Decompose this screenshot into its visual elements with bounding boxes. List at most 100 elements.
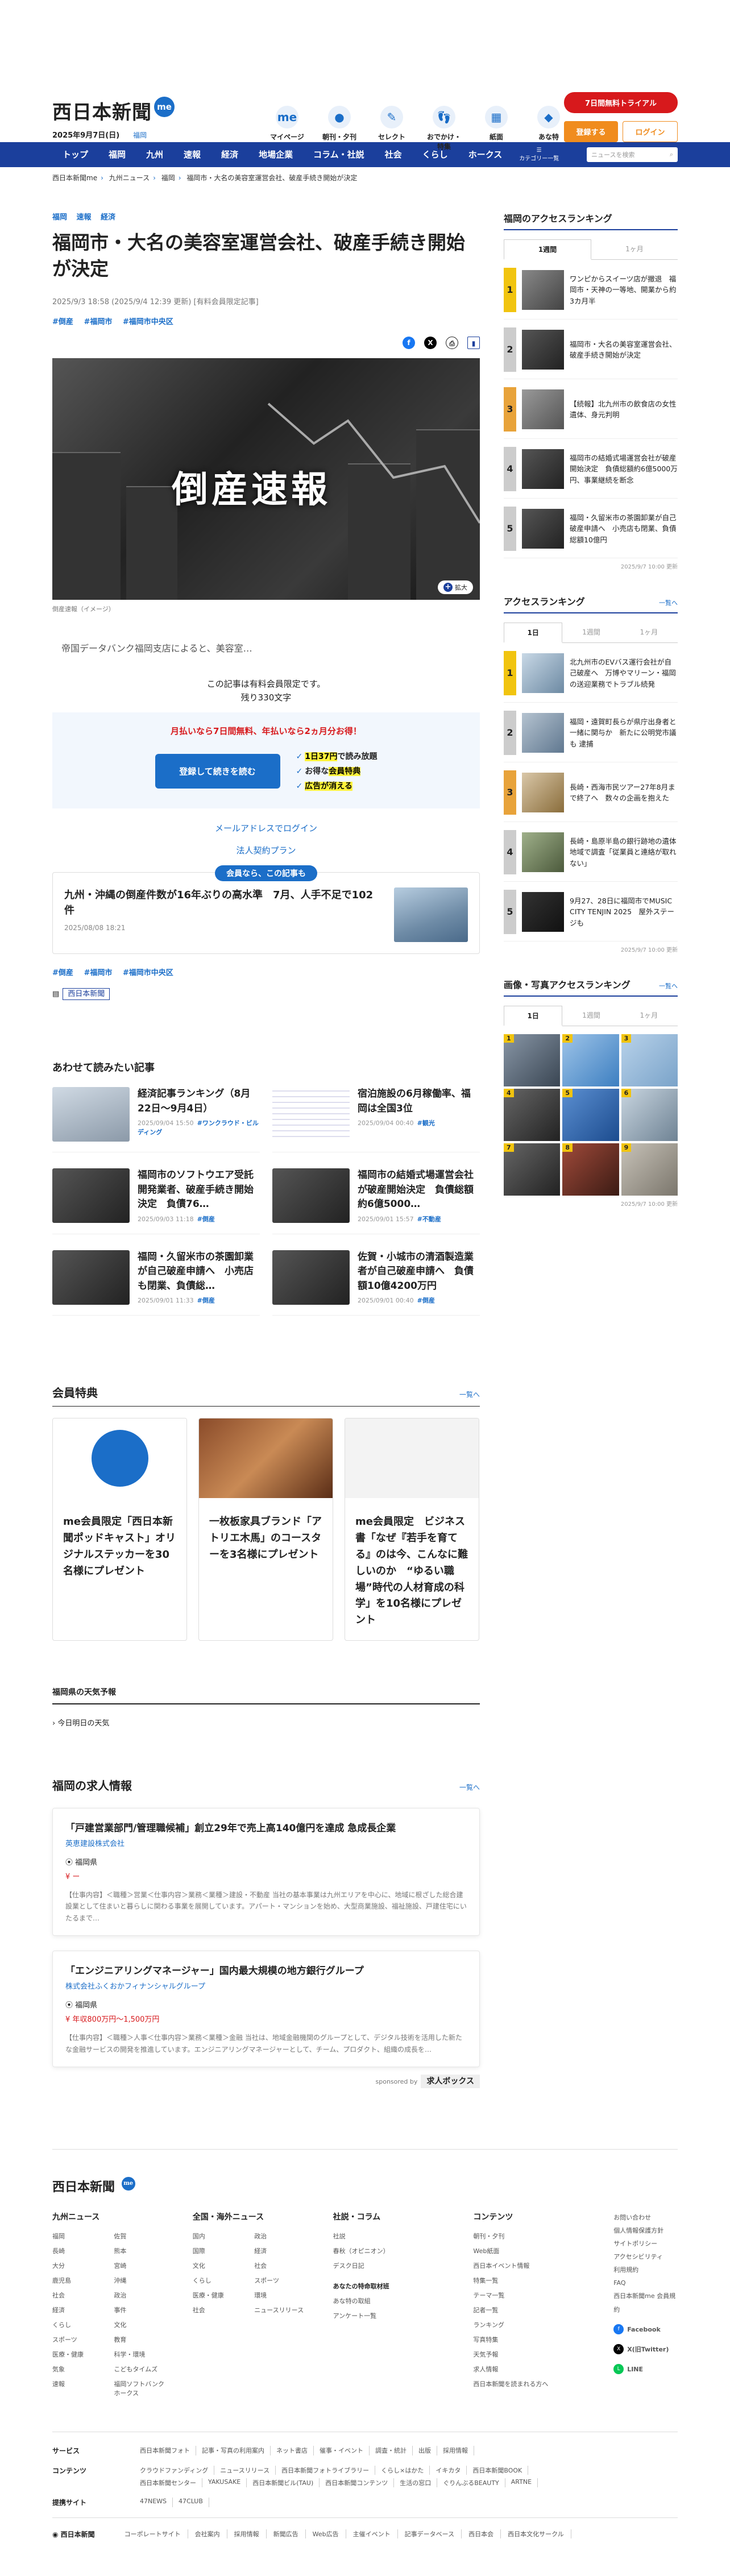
- footer-link[interactable]: 文化: [193, 2261, 248, 2270]
- benefit-card-title[interactable]: 一枚板家具ブランド「アトリエ木馬」のコースターを3名様にプレゼント: [199, 1498, 333, 1574]
- related-title[interactable]: 福岡市のソフトウエア受託開発業者、破産手続き開始決定 負債76…: [138, 1168, 260, 1212]
- corporate-link[interactable]: 会社案内: [188, 2529, 227, 2539]
- logo-area[interactable]: 西日本新聞 me 2025年9月7日(日) 福岡: [52, 97, 175, 140]
- x-icon[interactable]: X: [424, 337, 437, 350]
- service-link[interactable]: 47CLUB: [173, 2497, 209, 2507]
- footer-link[interactable]: アクセシビリティ: [613, 2250, 678, 2263]
- nav-top[interactable]: トップ: [52, 142, 98, 167]
- register-button[interactable]: 登録する: [564, 121, 618, 142]
- nav-kyushu[interactable]: 九州: [136, 142, 173, 167]
- related-item[interactable]: 福岡市の結婚式場運営会社が破産開始決定 負債総額約6億5000… 2025/09/…: [272, 1168, 480, 1234]
- footer-link[interactable]: 西日本新聞を読まれる方へ: [473, 2379, 591, 2388]
- member-article-thumb[interactable]: [394, 887, 468, 943]
- footer-link[interactable]: アンケート一覧: [333, 2311, 451, 2320]
- image-tile[interactable]: 9: [621, 1143, 678, 1196]
- service-link[interactable]: イキカタ: [430, 2465, 467, 2475]
- footer-link[interactable]: 政治: [254, 2231, 310, 2241]
- facebook-icon[interactable]: f: [403, 337, 415, 350]
- footer-link[interactable]: 環境: [254, 2291, 310, 2300]
- rank-title[interactable]: 9月27、28日に福岡市でMUSIC CITY TENJIN 2025 屋外ステ…: [570, 895, 678, 928]
- service-link[interactable]: 調査・統計: [370, 2445, 413, 2455]
- service-link[interactable]: ARTNE: [505, 2478, 538, 2487]
- related-item[interactable]: 経済記事ランキング（8月22日〜9月4日） 2025/09/04 15:50 #ワン…: [52, 1087, 260, 1153]
- ranking-item[interactable]: 5 9月27、28日に福岡市でMUSIC CITY TENJIN 2025 屋外ス…: [504, 890, 678, 941]
- nav-column[interactable]: コラム・社説: [303, 142, 375, 167]
- trial-button[interactable]: 7日間無料トライアル: [564, 92, 678, 113]
- footer-link[interactable]: 社説: [333, 2231, 451, 2241]
- related-item[interactable]: 宿泊施設の6月稼働率、福岡は全国3位 2025/09/04 00:40 #観光: [272, 1087, 480, 1153]
- tab-week[interactable]: 1週間: [504, 239, 591, 260]
- print-icon[interactable]: ⎙: [446, 337, 458, 350]
- pref-link[interactable]: 福岡: [133, 131, 147, 139]
- job-title[interactable]: 「戸建営業部門/管理職候補」創立29年で売上高140億円を達成 急成長企業: [65, 1820, 467, 1834]
- image-tile[interactable]: 6: [621, 1089, 678, 1141]
- corporate-link[interactable]: 西日本文化サークル: [501, 2529, 571, 2539]
- footer-link[interactable]: 政治: [114, 2291, 169, 2300]
- nav-local-biz[interactable]: 地場企業: [248, 142, 303, 167]
- footer-link[interactable]: 鹿児島: [52, 2276, 108, 2285]
- nav-breaking[interactable]: 速報: [173, 142, 211, 167]
- footer-link[interactable]: 大分: [52, 2261, 108, 2270]
- service-link[interactable]: 47NEWS: [134, 2497, 173, 2507]
- tab-week[interactable]: 1週間: [562, 1006, 620, 1026]
- service-link[interactable]: 西日本新聞コンテンツ: [320, 2478, 395, 2487]
- image-tile[interactable]: 2: [562, 1034, 619, 1086]
- footer-link[interactable]: 天気予報: [473, 2350, 591, 2359]
- footer-link[interactable]: 朝刊・夕刊: [473, 2231, 591, 2241]
- service-link[interactable]: 西日本新聞ビル(TAU): [247, 2478, 320, 2487]
- benefit-card[interactable]: me会員限定「西日本新聞ポッドキャスト」オリジナルステッカーを30名様にプレゼン…: [52, 1418, 187, 1641]
- rank-title[interactable]: 福岡市の結婚式場運営会社が破産開始決定 負債総額約6億5000万円、事業継続を断…: [570, 453, 678, 486]
- hero-image[interactable]: 倒産速報 + 拡大: [52, 358, 480, 600]
- img-more-link[interactable]: 一覧へ: [659, 981, 678, 990]
- tag-link[interactable]: #倒産: [52, 969, 73, 977]
- corporate-link[interactable]: コーポレートサイト: [118, 2529, 188, 2539]
- jobs-more-link[interactable]: 一覧へ: [459, 1782, 480, 1792]
- service-link[interactable]: 西日本新聞フォトライブラリー: [276, 2465, 376, 2475]
- tab-month[interactable]: 1ヶ月: [620, 1006, 678, 1026]
- ranking-item[interactable]: 4 長崎・島原半島の銀行跡地の遺体 地域で調査「従業員と連絡が取れない」: [504, 830, 683, 882]
- rank-title[interactable]: 福岡・久留米市の茶園卸業が自己破産申請へ 小売店も閉業、負債総額10億円: [570, 512, 678, 545]
- footer-link[interactable]: 気象: [52, 2365, 108, 2374]
- footer-link[interactable]: 福岡: [52, 2231, 108, 2241]
- footer-link[interactable]: スポーツ: [254, 2276, 310, 2285]
- job-title[interactable]: 「エンジニアリングマネージャー」国内最大規模の地方銀行グループ: [65, 1963, 467, 1977]
- category-link[interactable]: 速報: [77, 213, 92, 222]
- facebook-link[interactable]: f Facebook: [613, 2323, 678, 2336]
- ranking-item[interactable]: 1 北九州市のEVバス運行会社が自己破産へ 万博やマリーン・福岡の送迎業務でトラブ…: [504, 651, 678, 703]
- line-link[interactable]: L LINE: [613, 2363, 678, 2376]
- ranking-item[interactable]: 2 福岡・遠賀町長らが県庁出身者と一緒に関与か 新たに公明党市議も 逮捕: [504, 711, 678, 762]
- footer-link[interactable]: 宮崎: [114, 2261, 169, 2270]
- service-link[interactable]: くらし×はかた: [375, 2465, 430, 2475]
- benefit-card-title[interactable]: me会員限定「西日本新聞ポッドキャスト」オリジナルステッカーを30名様にプレゼン…: [53, 1498, 186, 1591]
- member-article-title[interactable]: 九州・沖縄の倒産件数が16年ぶりの高水準 7月、人手不足で102件: [64, 887, 383, 918]
- ranking-item[interactable]: 5 福岡・久留米市の茶園卸業が自己破産申請へ 小売店も閉業、負債総額10億円: [504, 507, 678, 558]
- job-card[interactable]: 「戸建営業部門/管理職候補」創立29年で売上高140億円を達成 急成長企業 英恵…: [52, 1807, 480, 1936]
- footer-link[interactable]: 教育: [114, 2335, 169, 2344]
- footer-link[interactable]: 文化: [114, 2320, 169, 2329]
- tab-day[interactable]: 1日: [504, 1006, 563, 1026]
- login-button[interactable]: ログイン: [623, 121, 678, 142]
- ranking-item[interactable]: 4 福岡市の結婚式場運営会社が破産開始決定 負債総額約6億5000万円、事業継続を…: [504, 447, 678, 499]
- zoom-button[interactable]: + 拡大: [438, 580, 473, 595]
- service-link[interactable]: ぐりんぶるBEAUTY: [437, 2478, 505, 2487]
- footer-link[interactable]: ランキング: [473, 2320, 591, 2329]
- related-title[interactable]: 福岡・久留米市の茶園卸業が自己破産申請へ 小売店も閉業、負債総…: [138, 1250, 260, 1294]
- tab-month[interactable]: 1ヶ月: [620, 623, 678, 642]
- footer-link[interactable]: くらし: [193, 2276, 248, 2285]
- nav-society[interactable]: 社会: [375, 142, 412, 167]
- footer-link[interactable]: 個人情報保護方針: [613, 2224, 678, 2237]
- tab-day[interactable]: 1日: [504, 623, 563, 643]
- footer-link[interactable]: 長崎: [52, 2246, 108, 2255]
- tag-link[interactable]: #福岡市: [84, 318, 112, 326]
- service-link[interactable]: ニュースリリース: [214, 2465, 276, 2475]
- tag-link[interactable]: #倒産: [52, 318, 73, 326]
- weather-link-text[interactable]: 今日明日の天気: [57, 1719, 109, 1728]
- service-link[interactable]: 催事・イベント: [314, 2445, 370, 2455]
- rank-title[interactable]: 長崎・島原半島の銀行跡地の遺体 地域で調査「従業員と連絡が取れない」: [570, 836, 683, 869]
- footer-link[interactable]: 特集一覧: [473, 2276, 591, 2285]
- footer-link[interactable]: FAQ: [613, 2276, 678, 2289]
- service-link[interactable]: 西日本新聞BOOK: [467, 2465, 529, 2475]
- footer-link[interactable]: サイトポリシー: [613, 2237, 678, 2250]
- category-menu[interactable]: ☰ カテゴリー一覧: [512, 147, 566, 162]
- corporate-link[interactable]: 主催イベント: [346, 2529, 398, 2539]
